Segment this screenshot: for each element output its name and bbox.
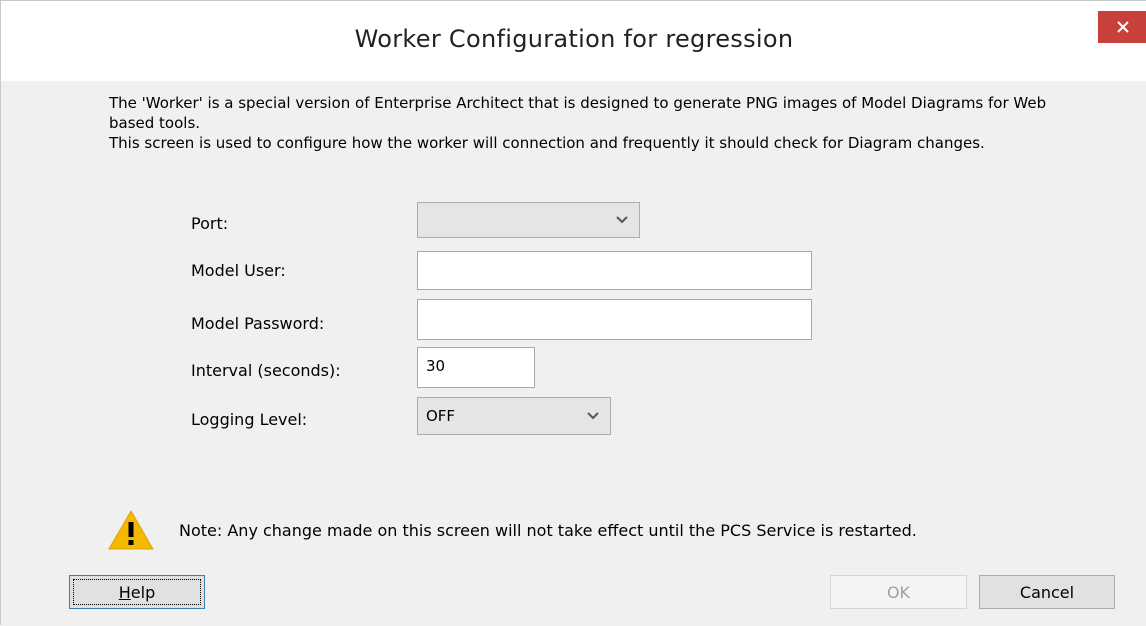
- port-label: Port:: [191, 214, 229, 233]
- close-button[interactable]: [1098, 11, 1146, 43]
- interval-input[interactable]: 30: [417, 347, 535, 388]
- chevron-down-icon: [587, 412, 599, 420]
- title-bar: Worker Configuration for regression: [1, 1, 1146, 81]
- logging-level-select[interactable]: OFF: [417, 397, 611, 435]
- window-title: Worker Configuration for regression: [354, 25, 794, 53]
- model-password-label: Model Password:: [191, 314, 325, 333]
- ok-button[interactable]: OK: [830, 575, 967, 609]
- intro-line-1: The 'Worker' is a special version of Ent…: [109, 94, 1047, 132]
- cancel-button-label: Cancel: [1019, 582, 1075, 602]
- help-button[interactable]: Help: [69, 575, 205, 609]
- cancel-button[interactable]: Cancel: [979, 575, 1115, 609]
- close-icon: [1116, 21, 1129, 33]
- chevron-down-icon: [616, 216, 628, 224]
- intro-description: The 'Worker' is a special version of Ent…: [109, 93, 1069, 153]
- port-select[interactable]: [417, 202, 640, 238]
- model-user-label: Model User:: [191, 261, 286, 280]
- warning-icon: [108, 510, 154, 550]
- model-user-input[interactable]: [417, 251, 812, 290]
- focus-ring: [73, 579, 201, 605]
- worker-configuration-dialog: Worker Configuration for regression The …: [0, 0, 1146, 626]
- ok-button-label: OK: [886, 582, 911, 602]
- logging-level-value: OFF: [426, 407, 456, 425]
- logging-level-label: Logging Level:: [191, 410, 308, 429]
- intro-line-2: This screen is used to configure how the…: [109, 134, 985, 152]
- interval-label: Interval (seconds):: [191, 361, 341, 380]
- model-password-input[interactable]: [417, 299, 812, 340]
- dialog-body: [1, 81, 1146, 626]
- note-text: Note: Any change made on this screen wil…: [179, 521, 917, 540]
- interval-value: 30: [426, 357, 446, 375]
